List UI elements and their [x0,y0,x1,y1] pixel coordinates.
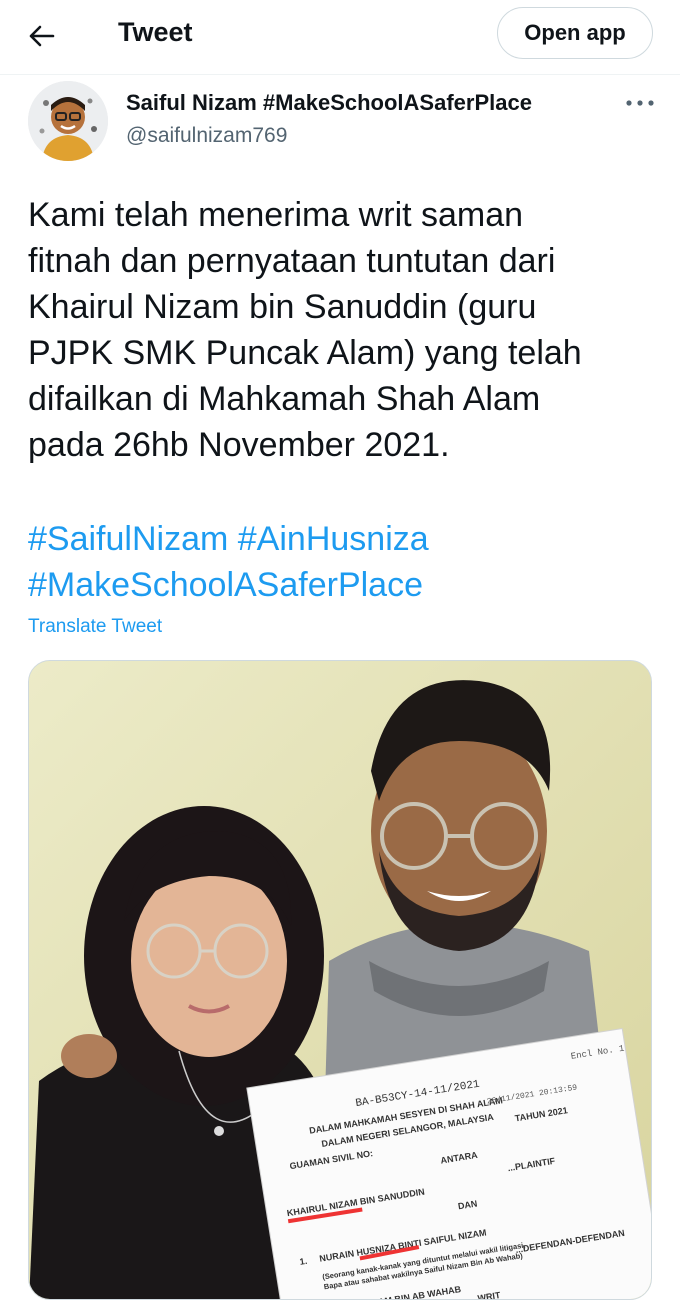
top-bar: Tweet Open app [0,0,680,75]
translate-tweet-link[interactable]: Translate Tweet [28,616,162,638]
author-name[interactable]: Saiful Nizam #MakeSchoolASaferPlace [126,90,532,116]
more-options-icon [626,100,654,106]
hashtag-ainhusniza[interactable]: #AinHusniza [238,520,429,558]
tweet-photo[interactable]: Encl No. 1 BA-B53CY-14-11/2021 DALAM MAH… [28,660,652,1300]
tweet-text: Kami telah menerima writ saman fitnah da… [28,196,582,464]
avatar-illustration [28,81,108,161]
hashtag-saifulnizam[interactable]: #SaifulNizam [28,520,228,558]
hashtag-makeschoolasaferplace[interactable]: #MakeSchoolASaferPlace [28,566,423,604]
open-app-button[interactable]: Open app [497,7,653,59]
author-handle[interactable]: @saifulnizam769 [126,124,287,148]
more-options-button[interactable] [622,88,658,118]
avatar[interactable] [28,81,108,161]
doc-def1-no: 1. [299,1256,308,1267]
page-title: Tweet [118,17,193,47]
photo-illustration: Encl No. 1 BA-B53CY-14-11/2021 DALAM MAH… [29,661,651,1299]
back-arrow-icon [29,25,55,47]
hashtags: #SaifulNizam #AinHusniza #MakeSchoolASaf… [28,516,668,608]
back-button[interactable] [22,18,62,54]
